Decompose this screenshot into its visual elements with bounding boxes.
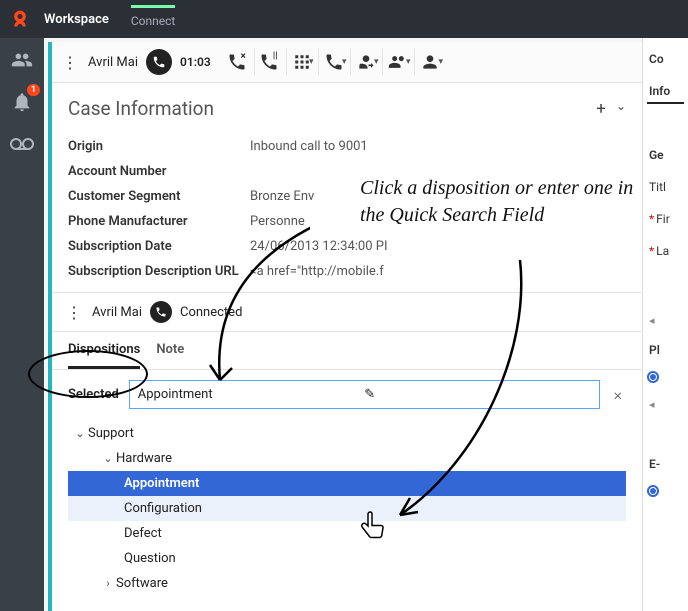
tree-node-question[interactable]: Question (68, 546, 626, 571)
card-menu-icon[interactable]: ⌄ (616, 99, 626, 119)
clear-icon[interactable]: × (610, 385, 626, 404)
right-label-title: Titl (647, 176, 684, 198)
manuf-value: Personne (250, 214, 305, 229)
toolbar-menu-icon[interactable]: ⋮ (60, 53, 80, 72)
app-logo-icon (8, 7, 32, 31)
subdate-label: Subscription Date (68, 239, 250, 254)
disposition-search-input[interactable]: Appointment ✎ (129, 380, 600, 409)
topbar: Workspace Connect (0, 0, 688, 38)
chevron-down-icon: ⌄ (72, 427, 88, 440)
right-label-first: *Fir (647, 208, 684, 230)
disposition-panel: Selected Appointment ✎ × ⌄Support ⌄Hardw… (52, 370, 642, 606)
tree-node-configuration[interactable]: Configuration (68, 496, 626, 521)
status-menu-icon[interactable]: ⋮ (64, 303, 84, 322)
collapse-icon[interactable]: ◂ (647, 312, 684, 329)
tree-node-hardware[interactable]: ⌄Hardware (68, 446, 626, 471)
tree-node-appointment[interactable]: Appointment (68, 471, 626, 496)
tree-node-defect[interactable]: Defect (68, 521, 626, 546)
transfer-button[interactable]: ▾ (321, 48, 351, 76)
topbar-title: Workspace (44, 12, 109, 27)
party-button[interactable]: ▾ (417, 48, 447, 76)
tree-node-software[interactable]: ›Software (68, 571, 626, 596)
chevron-down-icon: ⌄ (100, 452, 116, 465)
add-field-icon[interactable]: + (596, 99, 606, 119)
hold-button[interactable]: || (257, 48, 287, 76)
conference-button[interactable]: ▾ (385, 48, 415, 76)
right-panel: Co Info Ge Titl *Fir *La ◂ Pl ◂ E- (642, 38, 688, 611)
sidebar: 1 (0, 38, 44, 611)
radio-icon[interactable] (647, 485, 684, 500)
card-title: Case Information (68, 97, 214, 120)
keypad-button[interactable]: ▾ (289, 48, 319, 76)
sidebar-item-alerts[interactable]: 1 (8, 88, 36, 116)
radio-icon[interactable] (647, 371, 684, 386)
call-toolbar: ⋮ Avril Mai 01:03 × || ▾ ▾ ▾ ▾ ▾ (52, 42, 642, 83)
topbar-connect-link[interactable]: Connect (131, 5, 175, 34)
phone-icon (146, 49, 172, 75)
suburl-label: Subscription Description URL (68, 264, 250, 279)
origin-label: Origin (68, 139, 250, 154)
right-label-general: Ge (647, 144, 684, 166)
account-label: Account Number (68, 164, 250, 179)
cursor-hand-icon (360, 510, 388, 546)
right-label-email: E- (647, 453, 684, 475)
hangup-button[interactable]: × (225, 48, 255, 76)
edit-icon[interactable]: ✎ (364, 387, 590, 402)
status-state: Connected (180, 305, 242, 320)
collapse-icon[interactable]: ◂ (647, 396, 684, 413)
sidebar-item-voicemail[interactable] (8, 130, 36, 158)
annotation-circle (28, 350, 148, 398)
call-status-row: ⋮ Avril Mai Connected (52, 292, 642, 332)
consult-button[interactable]: ▾ (353, 48, 383, 76)
phone-status-icon (150, 301, 172, 323)
suburl-value: <a href="http://mobile.f (250, 264, 384, 279)
alerts-badge: 1 (27, 84, 40, 96)
right-tab-info[interactable]: Info (647, 80, 684, 104)
tree-node-support[interactable]: ⌄Support (68, 421, 626, 446)
selected-value: Appointment (138, 387, 364, 402)
segment-label: Customer Segment (68, 189, 250, 204)
toolbar-caller-name: Avril Mai (88, 55, 138, 70)
manuf-label: Phone Manufacturer (68, 214, 250, 229)
right-tab-contact[interactable]: Co (647, 48, 684, 70)
toolbar-timer: 01:03 (180, 55, 211, 69)
right-label-phone: Pl (647, 339, 684, 361)
segment-value: Bronze Env (250, 189, 314, 204)
origin-value: Inbound call to 9001 (250, 139, 368, 154)
right-label-last: *La (647, 240, 684, 262)
subdate-value: 24/06/2013 12:34:00 PI (250, 239, 388, 254)
disposition-tree: ⌄Support ⌄Hardware Appointment Configura… (68, 421, 626, 596)
sidebar-item-contacts[interactable] (8, 46, 36, 74)
status-name: Avril Mai (92, 305, 142, 320)
chevron-right-icon: › (100, 577, 116, 590)
tab-note[interactable]: Note (156, 332, 184, 369)
annotation-text: Click a disposition or enter one in the … (360, 175, 640, 229)
